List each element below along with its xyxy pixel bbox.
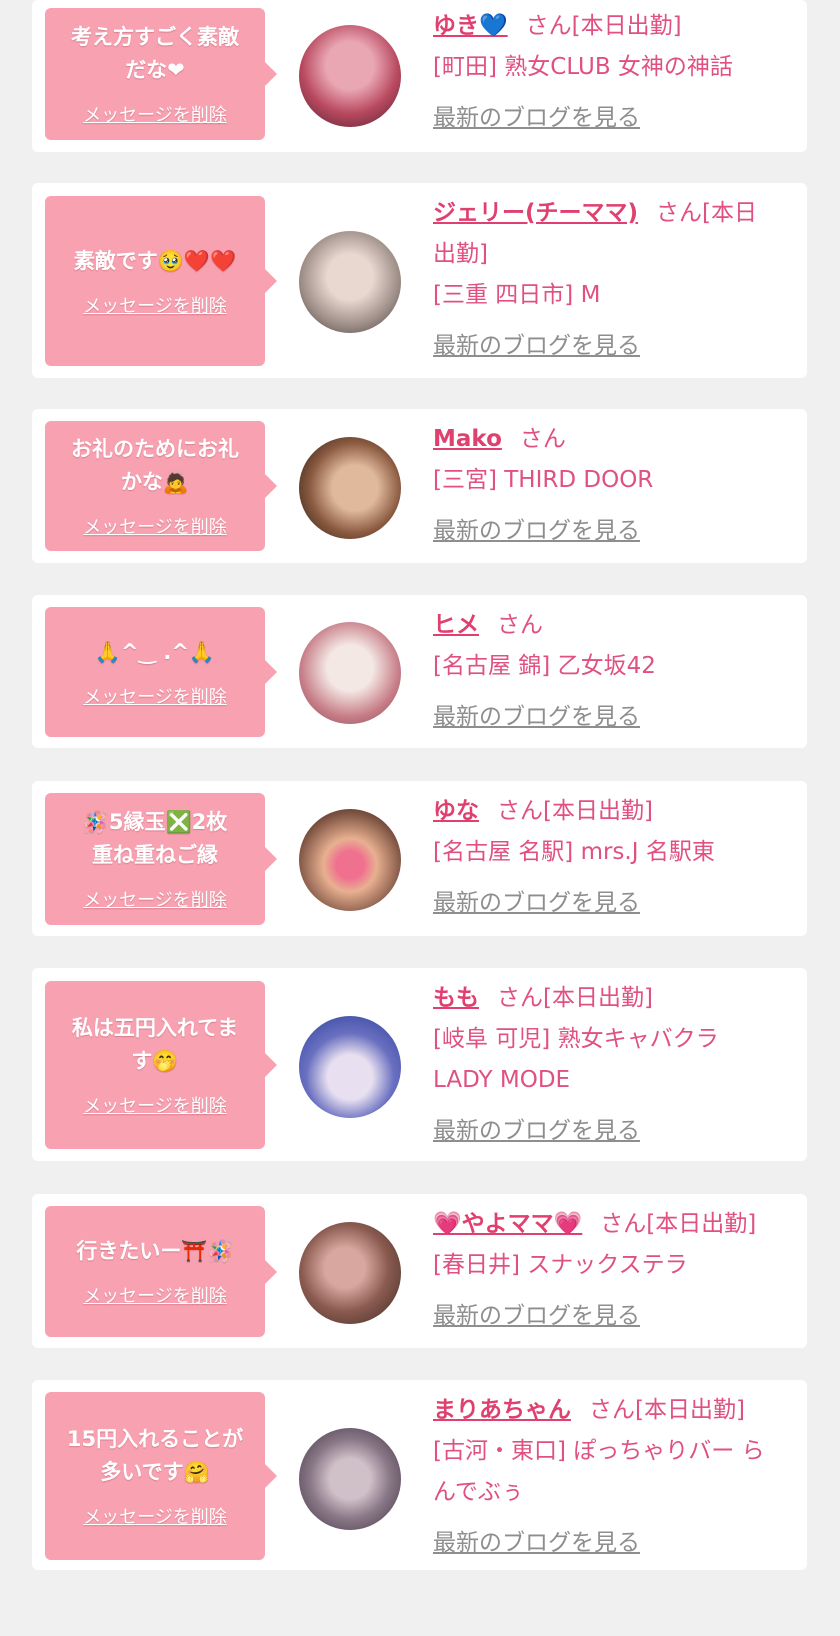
latest-blog-link[interactable]: 最新のブログを見る <box>433 1523 640 1564</box>
cast-name-link[interactable]: まりあちゃん <box>433 1397 571 1423</box>
cast-suffix: さん[本日出勤] <box>525 13 682 39</box>
shop-name-cont: LADY MODE <box>433 1067 571 1093</box>
avatar[interactable] <box>299 1222 401 1324</box>
avatar[interactable] <box>299 809 401 911</box>
message-card: 私は五円入れてま す🤭 メッセージを削除 もも さん[本日出勤] [岐阜 可児] … <box>32 968 807 1161</box>
message-card: 15円入れることが 多いです🤗 メッセージを削除 まりあちゃん さん[本日出勤] … <box>32 1380 807 1570</box>
message-text: 素敵です🥹❤️❤️ <box>73 248 237 273</box>
cast-name-link[interactable]: ゆき💙 <box>433 13 508 39</box>
shop-name: [名古屋 錦] 乙女坂42 <box>433 653 656 679</box>
cast-name-link[interactable]: Mako <box>433 426 502 452</box>
cast-suffix: さん[本日出勤] <box>600 1211 757 1237</box>
cast-name-link[interactable]: ヒメ <box>433 612 479 638</box>
cast-suffix: さん[本日出勤] <box>589 1397 745 1423</box>
delete-message-link[interactable]: メッセージを削除 <box>83 1503 227 1529</box>
delete-message-link[interactable]: メッセージを削除 <box>83 101 227 127</box>
message-bubble: 15円入れることが 多いです🤗 メッセージを削除 <box>45 1392 277 1560</box>
cast-name-link[interactable]: ゆな <box>433 798 479 824</box>
cast-info: もも さん[本日出勤] [岐阜 可児] 熟女キャバクラ LADY MODE 最新の… <box>433 978 785 1152</box>
avatar[interactable] <box>299 1016 401 1118</box>
shop-name: [三重 四日市] M <box>433 282 601 308</box>
cast-suffix: さん[本日出勤] <box>497 985 653 1011</box>
shop-name: [古河・東口] ぽっちゃりバー ら <box>433 1438 765 1464</box>
cast-suffix: さん <box>519 426 566 452</box>
message-bubble: 素敵です🥹❤️❤️ メッセージを削除 <box>45 196 277 366</box>
avatar[interactable] <box>299 437 401 539</box>
cast-suffix-cont: 出勤] <box>433 241 488 267</box>
cast-info: まりあちゃん さん[本日出勤] [古河・東口] ぽっちゃりバー ら んでぶぅ 最新… <box>433 1390 785 1564</box>
latest-blog-link[interactable]: 最新のブログを見る <box>433 511 640 552</box>
latest-blog-link[interactable]: 最新のブログを見る <box>433 1111 640 1152</box>
message-card: 🙏^‿ .^🙏 メッセージを削除 ヒメ さん [名古屋 錦] 乙女坂42 最新のブ… <box>32 595 807 748</box>
shop-name: [岐阜 可児] 熟女キャバクラ <box>433 1026 719 1052</box>
message-card: お礼のためにお礼 かな🙇 メッセージを削除 Mako さん [三宮] THIRD … <box>32 409 807 563</box>
cast-suffix: さん <box>497 612 543 638</box>
cast-info: ゆな さん[本日出勤] [名古屋 名駅] mrs.J 名駅東 最新のブログを見る <box>433 791 785 924</box>
cast-suffix: さん[本日 <box>656 200 758 226</box>
delete-message-link[interactable]: メッセージを削除 <box>83 886 227 912</box>
avatar[interactable] <box>299 622 401 724</box>
message-text: 行きたいー⛩️🪅 <box>76 1239 234 1263</box>
delete-message-link[interactable]: メッセージを削除 <box>83 1092 227 1118</box>
shop-name-cont: んでぶぅ <box>433 1479 524 1505</box>
cast-info: ゆき💙 さん[本日出勤] [町田] 熟女CLUB 女神の神話 最新のブログを見る <box>433 6 785 139</box>
message-card: 素敵です🥹❤️❤️ メッセージを削除 ジェリー(チーママ) さん[本日 出勤] [… <box>32 183 807 378</box>
avatar[interactable] <box>299 231 401 333</box>
shop-name: [名古屋 名駅] mrs.J 名駅東 <box>433 839 715 865</box>
delete-message-link[interactable]: メッセージを削除 <box>83 292 227 318</box>
cast-info: 💗やよママ💗 さん[本日出勤] [春日井] スナックステラ 最新のブログを見る <box>433 1204 785 1337</box>
message-text: 考え方すごく素敵 だな❤ <box>71 25 239 82</box>
message-card: 🪅5縁玉❎2枚 重ね重ねご縁 メッセージを削除 ゆな さん[本日出勤] [名古屋 … <box>32 781 807 936</box>
delete-message-link[interactable]: メッセージを削除 <box>83 1282 227 1308</box>
cast-name-link[interactable]: 💗やよママ💗 <box>433 1211 582 1237</box>
message-text: 🪅5縁玉❎2枚 重ね重ねご縁 <box>82 810 228 867</box>
message-bubble: 🙏^‿ .^🙏 メッセージを削除 <box>45 607 277 737</box>
message-text: 🙏^‿ .^🙏 <box>94 639 216 664</box>
cast-info: Mako さん [三宮] THIRD DOOR 最新のブログを見る <box>433 419 785 552</box>
message-bubble: 行きたいー⛩️🪅 メッセージを削除 <box>45 1206 277 1337</box>
latest-blog-link[interactable]: 最新のブログを見る <box>433 98 640 139</box>
cast-info: ヒメ さん [名古屋 錦] 乙女坂42 最新のブログを見る <box>433 605 785 738</box>
shop-name: [春日井] スナックステラ <box>433 1252 688 1278</box>
message-card: 行きたいー⛩️🪅 メッセージを削除 💗やよママ💗 さん[本日出勤] [春日井] ス… <box>32 1194 807 1348</box>
message-text: 私は五円入れてま す🤭 <box>71 1016 239 1073</box>
cast-name-link[interactable]: もも <box>433 985 479 1011</box>
cast-name-link[interactable]: ジェリー(チーママ) <box>433 200 638 226</box>
delete-message-link[interactable]: メッセージを削除 <box>83 513 227 539</box>
message-card: 考え方すごく素敵 だな❤ メッセージを削除 ゆき💙 さん[本日出勤] [町田] 熟… <box>32 0 807 152</box>
message-bubble: 考え方すごく素敵 だな❤ メッセージを削除 <box>45 8 277 140</box>
latest-blog-link[interactable]: 最新のブログを見る <box>433 1296 640 1337</box>
message-text: 15円入れることが 多いです🤗 <box>66 1427 244 1484</box>
shop-name: [町田] 熟女CLUB 女神の神話 <box>433 54 733 80</box>
message-bubble: お礼のためにお礼 かな🙇 メッセージを削除 <box>45 421 277 551</box>
delete-message-link[interactable]: メッセージを削除 <box>83 683 227 709</box>
latest-blog-link[interactable]: 最新のブログを見る <box>433 697 640 738</box>
message-text: お礼のためにお礼 かな🙇 <box>71 437 239 494</box>
message-bubble: 🪅5縁玉❎2枚 重ね重ねご縁 メッセージを削除 <box>45 793 277 925</box>
avatar[interactable] <box>299 1428 401 1530</box>
message-list: 考え方すごく素敵 だな❤ メッセージを削除 ゆき💙 さん[本日出勤] [町田] 熟… <box>0 0 840 1636</box>
latest-blog-link[interactable]: 最新のブログを見る <box>433 883 640 924</box>
cast-suffix: さん[本日出勤] <box>497 798 653 824</box>
cast-info: ジェリー(チーママ) さん[本日 出勤] [三重 四日市] M 最新のブログを見る <box>433 193 785 367</box>
shop-name: [三宮] THIRD DOOR <box>433 467 654 493</box>
avatar[interactable] <box>299 25 401 127</box>
latest-blog-link[interactable]: 最新のブログを見る <box>433 326 640 367</box>
message-bubble: 私は五円入れてま す🤭 メッセージを削除 <box>45 981 277 1149</box>
